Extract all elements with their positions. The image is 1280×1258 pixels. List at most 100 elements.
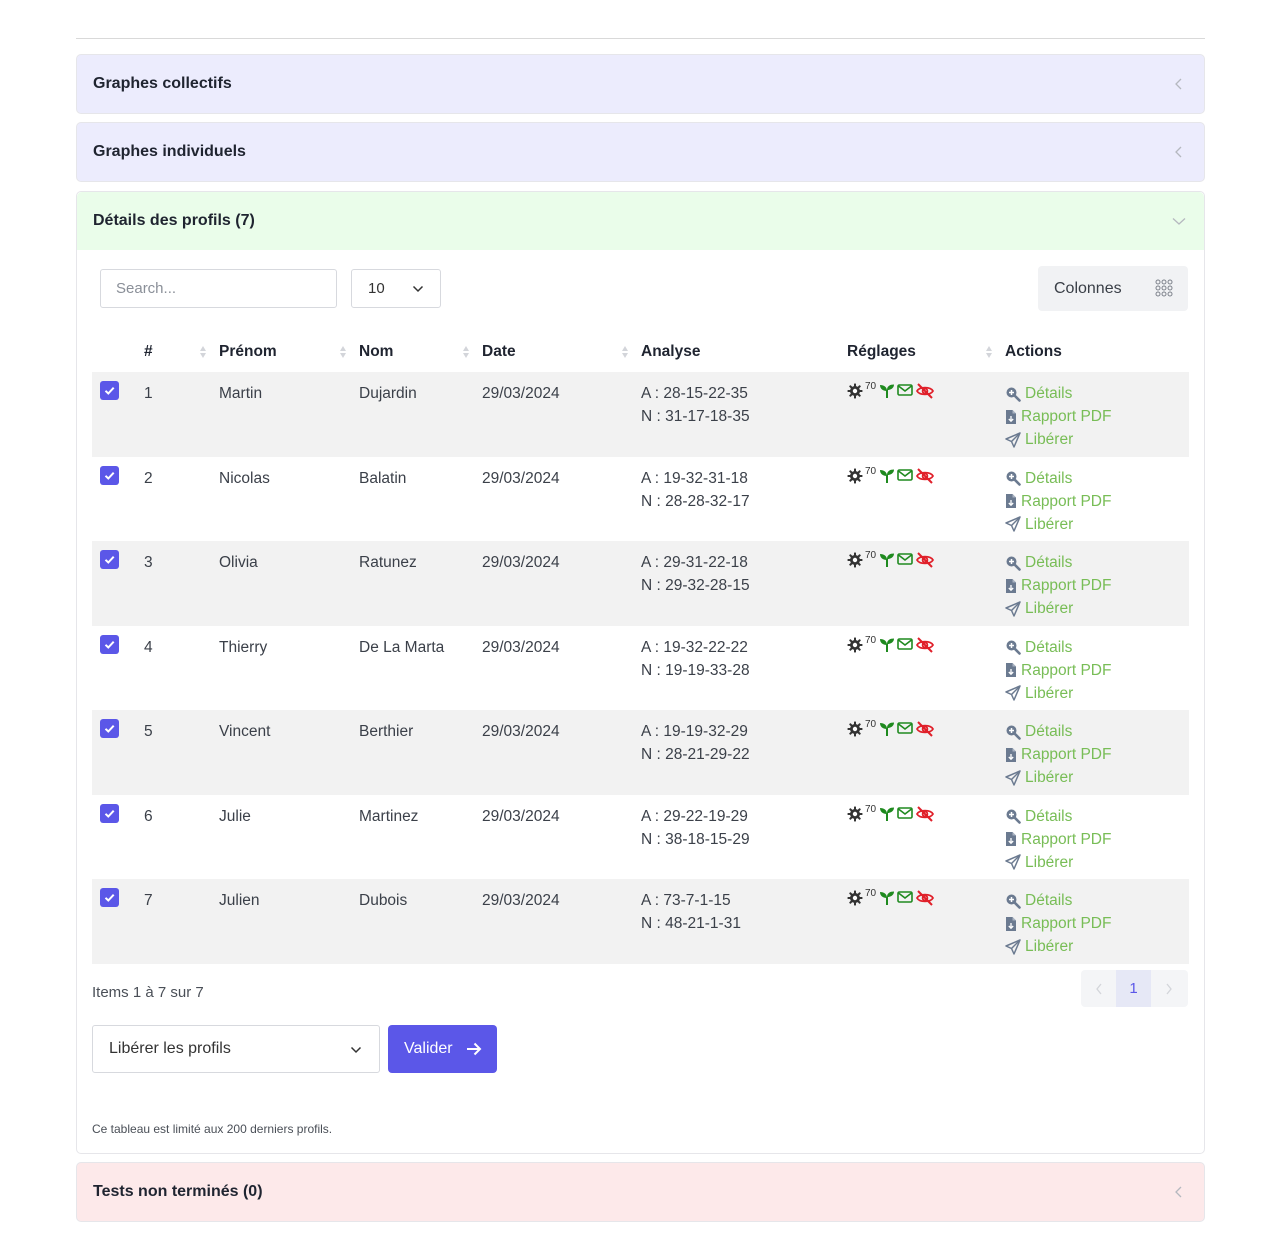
panel-title: Graphes individuels bbox=[93, 143, 246, 160]
header-date[interactable]: Date bbox=[482, 332, 641, 372]
eye-slash-icon[interactable] bbox=[915, 890, 935, 906]
eye-slash-icon[interactable] bbox=[915, 467, 935, 484]
sprout-icon[interactable] bbox=[879, 721, 895, 737]
details-link[interactable]: Détails bbox=[1005, 805, 1189, 828]
table-row: 3 Olivia Ratunez 29/03/2024 A : 29-31-22-18 N… bbox=[92, 541, 1189, 626]
details-link[interactable]: Détails bbox=[1005, 889, 1189, 912]
envelope-icon[interactable] bbox=[897, 806, 913, 820]
header-prenom[interactable]: Prénom bbox=[219, 332, 359, 372]
gear-icon[interactable] bbox=[847, 721, 863, 737]
pagination-page[interactable]: 1 bbox=[1116, 970, 1151, 1007]
row-checkbox[interactable] bbox=[100, 381, 119, 400]
cell-number: 1 bbox=[144, 385, 153, 402]
panel-tests-non-termines[interactable]: Tests non terminés (0) bbox=[76, 1162, 1205, 1222]
eye-slash-icon[interactable] bbox=[915, 636, 935, 653]
row-checkbox[interactable] bbox=[100, 634, 119, 654]
panel-details-profils: Détails des profils (7) 10 Colonnes # bbox=[76, 191, 1205, 1154]
row-checkbox[interactable] bbox=[100, 803, 119, 823]
sort-icon[interactable] bbox=[199, 345, 207, 359]
sort-icon[interactable] bbox=[985, 345, 993, 359]
analyse-n: N : 31-17-18-35 bbox=[641, 408, 750, 425]
cell-date: 29/03/2024 bbox=[482, 385, 560, 402]
pagination-prev[interactable] bbox=[1081, 970, 1116, 1007]
details-link[interactable]: Détails bbox=[1005, 551, 1189, 574]
cell-date: 29/03/2024 bbox=[482, 554, 560, 571]
liberer-link[interactable]: Libérer bbox=[1005, 682, 1189, 705]
envelope-icon[interactable] bbox=[897, 721, 913, 735]
header-reglages[interactable]: Réglages bbox=[847, 332, 1005, 372]
panel-header[interactable]: Graphes individuels bbox=[77, 123, 1204, 181]
envelope-icon[interactable] bbox=[897, 552, 913, 566]
sprout-icon[interactable] bbox=[879, 383, 895, 399]
row-checkbox[interactable] bbox=[100, 550, 119, 569]
gear-icon[interactable] bbox=[847, 637, 863, 653]
sprout-icon[interactable] bbox=[879, 637, 895, 653]
sprout-icon[interactable] bbox=[879, 890, 895, 906]
row-checkbox[interactable] bbox=[100, 888, 119, 907]
liberer-link[interactable]: Libérer bbox=[1005, 935, 1189, 958]
chevron-left-icon[interactable] bbox=[1172, 77, 1186, 91]
pdf-report-link[interactable]: Rapport PDF bbox=[1005, 490, 1189, 513]
cell-analyse: A : 19-32-31-18 N : 28-28-32-17 bbox=[641, 457, 847, 542]
panel-graphes-individuels[interactable]: Graphes individuels bbox=[76, 122, 1205, 182]
chevron-left-icon[interactable] bbox=[1172, 1185, 1186, 1199]
envelope-icon[interactable] bbox=[897, 890, 913, 904]
details-link[interactable]: Détails bbox=[1005, 382, 1189, 405]
sort-icon[interactable] bbox=[462, 345, 470, 359]
liberer-link[interactable]: Libérer bbox=[1005, 851, 1189, 874]
pdf-report-link[interactable]: Rapport PDF bbox=[1005, 405, 1189, 428]
sort-icon[interactable] bbox=[339, 345, 347, 359]
magnifier-plus-icon bbox=[1005, 808, 1025, 824]
pdf-report-link[interactable]: Rapport PDF bbox=[1005, 912, 1189, 935]
panel-graphes-collectifs[interactable]: Graphes collectifs bbox=[76, 54, 1205, 114]
pdf-report-link[interactable]: Rapport PDF bbox=[1005, 574, 1189, 597]
gear-icon[interactable] bbox=[847, 552, 863, 568]
liberer-link[interactable]: Libérer bbox=[1005, 513, 1189, 536]
gear-icon[interactable] bbox=[847, 890, 863, 906]
chevron-left-icon[interactable] bbox=[1172, 145, 1186, 159]
details-link[interactable]: Détails bbox=[1005, 720, 1189, 743]
top-divider bbox=[76, 38, 1205, 39]
header-nom[interactable]: Nom bbox=[359, 332, 482, 372]
pagination-next[interactable] bbox=[1151, 970, 1186, 1007]
bulk-action-select[interactable]: Libérer les profils bbox=[92, 1025, 380, 1073]
search-input[interactable] bbox=[100, 269, 337, 308]
eye-slash-icon[interactable] bbox=[915, 721, 935, 737]
validate-button[interactable]: Valider bbox=[388, 1025, 497, 1073]
sprout-icon[interactable] bbox=[879, 468, 895, 484]
cell-date: 29/03/2024 bbox=[482, 638, 560, 656]
paper-plane-icon bbox=[1005, 854, 1025, 870]
row-checkbox[interactable] bbox=[100, 465, 119, 485]
panel-header[interactable]: Graphes collectifs bbox=[77, 55, 1204, 113]
gear-icon[interactable] bbox=[847, 383, 863, 399]
pdf-report-link[interactable]: Rapport PDF bbox=[1005, 828, 1189, 851]
pdf-report-link[interactable]: Rapport PDF bbox=[1005, 659, 1189, 682]
envelope-icon[interactable] bbox=[897, 637, 913, 651]
cell-prenom: Nicolas bbox=[219, 469, 270, 487]
gear-icon[interactable] bbox=[847, 806, 863, 822]
envelope-icon[interactable] bbox=[897, 468, 913, 482]
panel-header[interactable]: Détails des profils (7) bbox=[77, 192, 1204, 250]
liberer-link[interactable]: Libérer bbox=[1005, 597, 1189, 620]
envelope-icon[interactable] bbox=[897, 383, 913, 397]
sprout-icon[interactable] bbox=[879, 552, 895, 568]
panel-header[interactable]: Tests non terminés (0) bbox=[77, 1163, 1204, 1221]
eye-slash-icon[interactable] bbox=[915, 805, 935, 822]
analyse-a: A : 29-22-19-29 bbox=[641, 807, 748, 825]
eye-slash-icon[interactable] bbox=[915, 383, 935, 399]
details-link[interactable]: Détails bbox=[1005, 467, 1189, 490]
sprout-icon[interactable] bbox=[879, 806, 895, 822]
details-link[interactable]: Détails bbox=[1005, 636, 1189, 659]
header-number[interactable]: # bbox=[144, 332, 219, 372]
sort-icon[interactable] bbox=[621, 345, 629, 359]
pdf-report-link[interactable]: Rapport PDF bbox=[1005, 743, 1189, 766]
gear-icon[interactable] bbox=[847, 468, 863, 484]
eye-slash-icon[interactable] bbox=[915, 552, 935, 568]
row-checkbox[interactable] bbox=[100, 719, 119, 738]
liberer-link[interactable]: Libérer bbox=[1005, 428, 1189, 451]
chevron-down-icon[interactable] bbox=[1172, 214, 1186, 228]
page-size-select[interactable]: 10 bbox=[351, 269, 441, 308]
panel-title: Détails des profils (7) bbox=[93, 212, 255, 229]
columns-button[interactable]: Colonnes bbox=[1038, 266, 1188, 311]
liberer-link[interactable]: Libérer bbox=[1005, 766, 1189, 789]
